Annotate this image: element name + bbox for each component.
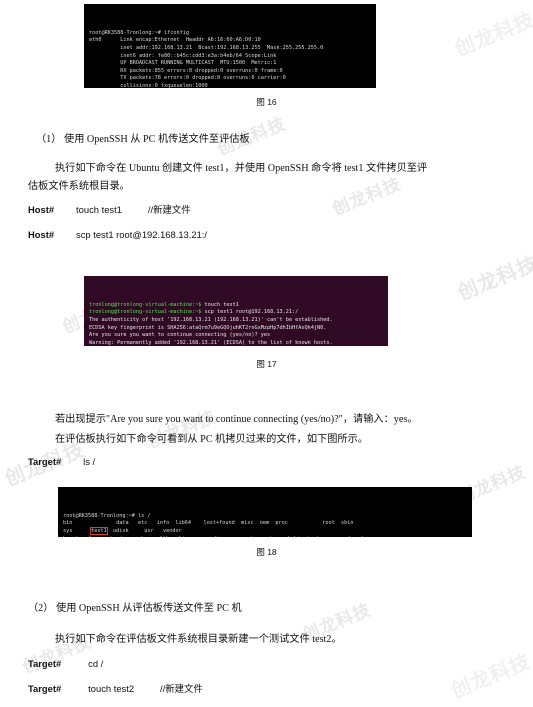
terminal-line: inet6 addr: fe80::b45c:cdd3:e3a:b4eb/64 …	[89, 52, 277, 59]
highlighted-file-test1: test1	[90, 526, 108, 535]
terminal-line: eth0 Link encap:Ethernet Hwaddr A6:16:60…	[89, 37, 261, 44]
command-label: Host#	[28, 204, 55, 215]
terminal-line: root@RK3588-Tronlong:~# ifconfig	[89, 29, 189, 36]
terminal-line: Are you sure you want to continue connec…	[89, 332, 271, 339]
command-label: Target#	[28, 683, 62, 694]
section-1-body-line-1: 执行如下命令在 Ubuntu 创建文件 test1，并使用 OpenSSH 命令…	[55, 163, 428, 174]
command-text: cd /	[88, 658, 104, 669]
command-text: ls /	[83, 456, 96, 467]
terminal-line: inet addr:192.168.13.21 Bcast:192.168.13…	[89, 44, 324, 51]
terminal-line: busybox.fragment dev home lib linuxrc me…	[63, 536, 467, 537]
terminal-prompt: tronlong@tronlong-virtual-machine:~$	[89, 309, 202, 316]
terminal-line: root@RK3588-Tronlong:~# ls /	[63, 512, 151, 519]
command-text: scp test1 root@192.168.13.21:/	[76, 229, 208, 240]
command-row-target-touch: Target# touch test2 //新建文件	[28, 682, 203, 697]
command-row-host-touch: Host# touch test1 //新建文件	[28, 203, 191, 218]
terminal-output-16: root@RK3588-Tronlong:~# ifconfig eth0 Lin…	[84, 19, 376, 88]
section-1-note-1: 若出现提示"Are you sure you want to continue …	[55, 414, 418, 425]
command-label: Host#	[28, 229, 55, 240]
command-row-host-scp: Host# scp test1 root@192.168.13.21:/	[28, 228, 207, 243]
terminal-output-18: root@RK3588-Tronlong:~# ls / bin data etc…	[58, 502, 472, 537]
figure-caption-17: 图 17	[256, 359, 277, 369]
terminal-output-17: tronlong@tronlong-virtual-machine:~$ tou…	[84, 291, 388, 346]
figure-caption-16: 图 16	[256, 97, 277, 107]
terminal-figure-18: root@RK3588-Tronlong:~# ls / bin data etc…	[58, 487, 472, 537]
command-comment: //新建文件	[147, 204, 191, 215]
terminal-figure-16: root@RK3588-Tronlong:~# ifconfig eth0 Lin…	[84, 4, 376, 88]
document-page: root@RK3588-Tronlong:~# ifconfig eth0 Lin…	[0, 0, 533, 707]
command-comment: //新建文件	[160, 683, 203, 694]
terminal-line: The authenticity of host '192.168.13.21 …	[89, 316, 333, 323]
terminal-line: tronlong@tronlong-virtual-machine:~$ scp…	[89, 309, 383, 317]
command-text: touch test2	[88, 683, 135, 694]
terminal-command: scp test1 root@192.168.13.21:/	[201, 309, 299, 316]
terminal-line: RX packets:855 errors:0 dropped:0 overru…	[89, 67, 283, 74]
terminal-line: TX packets:78 errors:0 dropped:0 overrun…	[89, 75, 286, 82]
section-1-body-line-2: 估板文件系统根目录。	[28, 181, 130, 192]
section-2-body-line-1: 执行如下命令在评估板文件系统根目录新建一个测试文件 test2。	[55, 634, 342, 645]
command-text: touch test1	[76, 204, 122, 215]
terminal-line: ECDSA key fingerprint is SHA256:ataQrm7u…	[89, 324, 327, 331]
terminal-figure-17: tronlong@tronlong-virtual-machine:~$ tou…	[84, 276, 388, 346]
section-1-heading: （1） 使用 OpenSSH 从 PC 机传送文件至评估板	[36, 134, 250, 145]
terminal-line: Warning: Permanently added '192.168.13.2…	[89, 339, 333, 346]
terminal-line: tronlong@tronlong-virtual-machine:~$ tou…	[89, 302, 383, 310]
terminal-line: bin data etc info lib64 lost+found misc …	[63, 520, 354, 527]
section-2-heading: （2） 使用 OpenSSH 从评估板传送文件至 PC 机	[28, 603, 242, 614]
terminal-line: collisions:0 txqueuelen:1000	[89, 82, 208, 88]
terminal-line: sys test1 udisk usr vendor	[63, 526, 182, 535]
figure-caption-18: 图 18	[256, 547, 277, 557]
command-label: Target#	[28, 456, 62, 467]
command-row-target-cd: Target# cd /	[28, 657, 103, 672]
command-row-target-ls: Target# ls /	[28, 455, 95, 470]
terminal-prompt: tronlong@tronlong-virtual-machine:~$	[89, 301, 202, 308]
section-1-note-2: 在评估板执行如下命令可看到从 PC 机拷贝过来的文件，如下图所示。	[55, 434, 368, 445]
command-label: Target#	[28, 658, 62, 669]
terminal-command: touch test1	[201, 301, 239, 308]
terminal-line: UP BROADCAST RUNNING MULTICAST MTU:1500 …	[89, 60, 277, 67]
